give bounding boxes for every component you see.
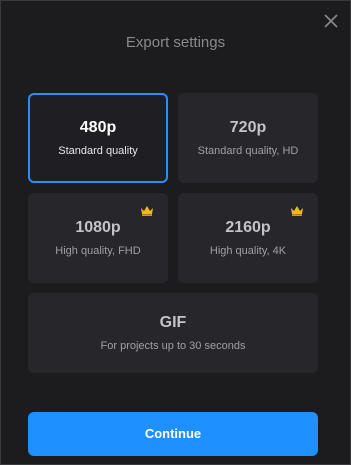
option-resolution: 2160p [225, 219, 271, 236]
option-description: High quality, 4K [209, 245, 287, 257]
option-description: For projects up to 30 seconds [100, 340, 246, 352]
option-description: Standard quality [58, 145, 138, 157]
close-icon[interactable] [323, 13, 339, 29]
export-settings-dialog: Export settings 480p Standard quality 72… [0, 0, 351, 465]
option-720p[interactable]: 720p Standard quality, HD [178, 93, 318, 183]
continue-button[interactable]: Continue [28, 412, 318, 456]
crown-icon [141, 206, 153, 216]
option-description: High quality, FHD [55, 245, 141, 257]
option-gif[interactable]: GIF For projects up to 30 seconds [28, 293, 318, 373]
option-resolution: 1080p [75, 219, 121, 236]
crown-icon [291, 206, 303, 216]
option-480p[interactable]: 480p Standard quality [28, 93, 168, 183]
option-resolution: 480p [79, 119, 117, 136]
option-resolution: 720p [229, 119, 267, 136]
option-resolution: GIF [159, 314, 187, 331]
option-2160p[interactable]: 2160p High quality, 4K [178, 193, 318, 283]
option-1080p[interactable]: 1080p High quality, FHD [28, 193, 168, 283]
dialog-title: Export settings [125, 34, 226, 51]
option-description: Standard quality, HD [197, 145, 299, 157]
